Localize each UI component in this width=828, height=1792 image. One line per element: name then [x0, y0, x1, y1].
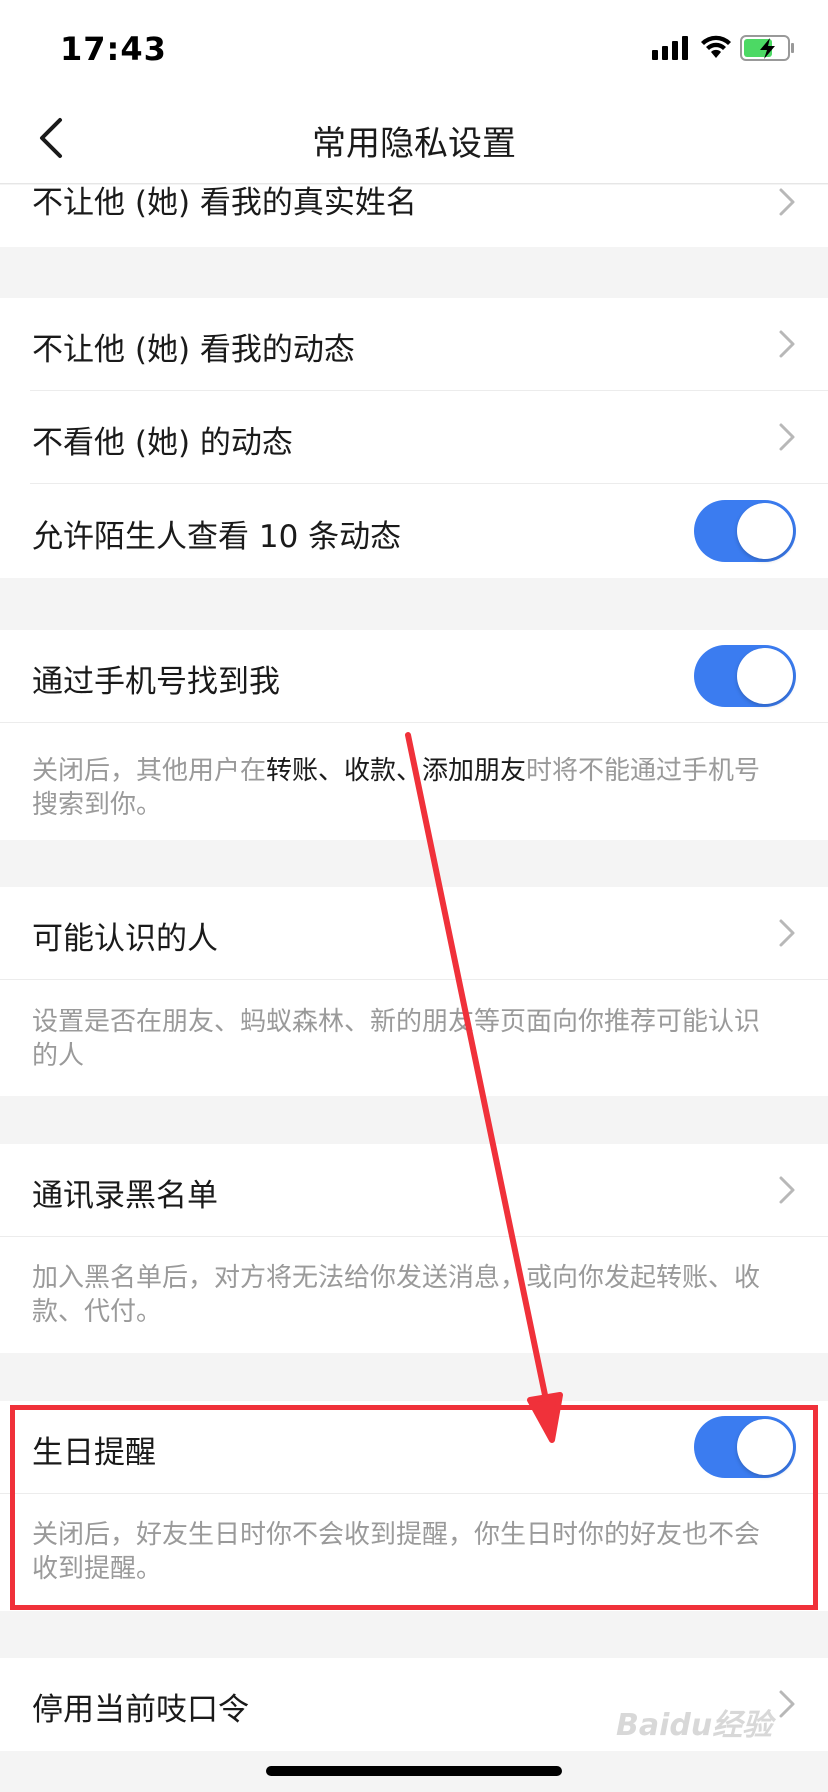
description-prefix: 关闭后，其他用户在: [32, 756, 267, 786]
row-label: 可能认识的人: [32, 921, 218, 957]
blacklist-description: 加入黑名单后，对方将无法给你发送消息，或向你发起转账、收款、代付。: [0, 1237, 828, 1353]
row-hide-real-name[interactable]: 不让他 (她) 看我的真实姓名: [0, 185, 828, 247]
chevron-right-icon: [779, 330, 795, 358]
row-label: 不让他 (她) 看我的动态: [32, 332, 355, 368]
people-may-know-description: 设置是否在朋友、蚂蚁森林、新的朋友等页面向你推荐可能认识的人: [0, 980, 828, 1096]
screen: 17:43 常用隐私设置 不让他 (她) 看我的真实姓名 不让他 (她) 看我的…: [0, 0, 828, 1792]
description-text: 加入黑名单后，对方将无法给你发送消息，或向你发起转账、收款、代付。: [32, 1263, 761, 1327]
row-label: 不看他 (她) 的动态: [32, 425, 293, 461]
toggle-knob: [737, 503, 793, 559]
signal-icon: [652, 36, 688, 60]
row-label: 通过手机号找到我: [32, 664, 280, 700]
description-text: 关闭后，其他用户在转账、收款、添加朋友时将不能通过手机号搜索到你。: [32, 754, 778, 822]
chevron-right-icon: [779, 423, 795, 451]
stranger-view-toggle[interactable]: [694, 500, 796, 562]
row-blacklist[interactable]: 通讯录黑名单: [0, 1144, 828, 1237]
row-find-by-phone: 通过手机号找到我: [0, 630, 828, 723]
row-label: 通讯录黑名单: [32, 1178, 218, 1214]
page-title: 常用隐私设置: [312, 124, 516, 164]
row-hide-my-moments[interactable]: 不让他 (她) 看我的动态: [0, 298, 828, 391]
chevron-right-icon: [779, 188, 795, 216]
find-by-phone-toggle[interactable]: [694, 645, 796, 707]
row-hide-their-moments[interactable]: 不看他 (她) 的动态: [0, 391, 828, 484]
description-highlight: 转账、收款、添加朋友: [266, 756, 527, 786]
nav-bar: 常用隐私设置: [0, 92, 828, 184]
description-text: 设置是否在朋友、蚂蚁森林、新的朋友等页面向你推荐可能认识的人: [32, 1007, 761, 1071]
chevron-right-icon: [779, 919, 795, 947]
watermark: Baidu经验: [616, 1708, 773, 1743]
row-label: 允许陌生人查看 10 条动态: [32, 519, 402, 555]
battery-icon: [740, 35, 794, 61]
status-time: 17:43: [60, 30, 167, 68]
row-label: 停用当前吱口令: [32, 1692, 249, 1728]
chevron-right-icon: [779, 1176, 795, 1204]
toggle-knob: [737, 648, 793, 704]
annotation-highlight-box: [10, 1405, 818, 1610]
find-by-phone-description: 关闭后，其他用户在转账、收款、添加朋友时将不能通过手机号搜索到你。: [0, 723, 828, 840]
status-bar: 17:43: [0, 0, 828, 92]
row-people-may-know[interactable]: 可能认识的人: [0, 887, 828, 980]
row-label: 不让他 (她) 看我的真实姓名: [32, 185, 417, 221]
wifi-icon: [701, 35, 731, 58]
home-indicator: [266, 1766, 562, 1776]
row-stranger-view: 允许陌生人查看 10 条动态: [0, 484, 828, 578]
